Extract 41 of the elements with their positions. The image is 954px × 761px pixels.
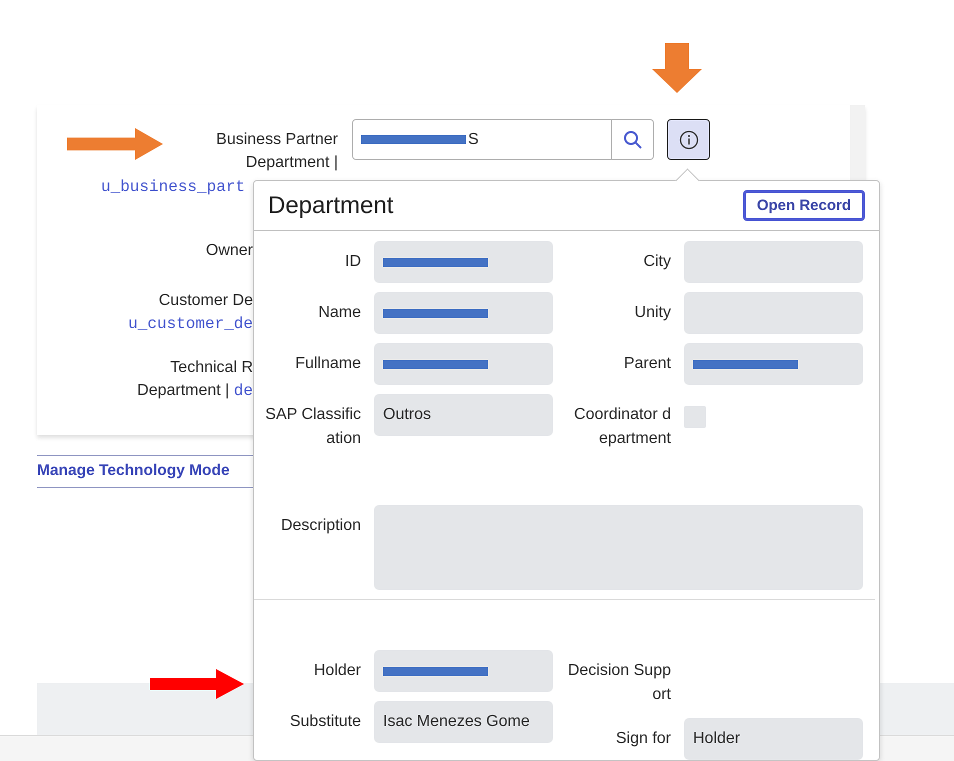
input-field[interactable]	[684, 241, 863, 283]
field-label: Coordinator department	[573, 405, 671, 449]
field-label: Decision Support	[566, 661, 671, 705]
open-record-button[interactable]: Open Record	[742, 190, 865, 221]
field-label: Owner	[204, 241, 253, 261]
field-label: Unity	[634, 303, 671, 323]
field-label: City	[642, 252, 671, 272]
field-label: Customer De	[158, 292, 253, 309]
input-field[interactable]	[374, 292, 553, 334]
input-field[interactable]: Outros	[374, 394, 553, 436]
input-field[interactable]: Holder	[684, 718, 863, 760]
info-button[interactable]	[667, 119, 710, 160]
field-label: Description	[280, 516, 361, 536]
popover-title: Department	[268, 192, 394, 220]
input-field[interactable]	[684, 292, 863, 334]
description-field[interactable]	[374, 505, 863, 590]
field-label: Fullname	[294, 354, 361, 374]
info-icon	[678, 130, 698, 150]
input-field[interactable]	[684, 343, 863, 385]
field-label: Business Partner Department |	[215, 130, 338, 173]
input-field[interactable]	[374, 241, 553, 283]
field-label: Substitute	[288, 712, 361, 732]
column-name: u_customer_de	[128, 315, 253, 333]
related-link[interactable]: Manage Technology Mode	[37, 462, 230, 479]
search-icon	[622, 130, 642, 150]
input-field[interactable]	[374, 650, 553, 692]
input-field[interactable]: Isac Menezes Gome	[374, 701, 553, 743]
search-button[interactable]	[612, 119, 654, 160]
field-label: Sign for	[614, 729, 671, 749]
field-label: Department |	[137, 382, 230, 399]
lookup-field[interactable]: S	[352, 119, 612, 160]
input-field[interactable]	[374, 343, 553, 385]
column-name: u_business_part	[101, 178, 246, 196]
field-label: Name	[317, 303, 361, 323]
field-label: ID	[344, 252, 361, 272]
checkbox[interactable]	[684, 406, 706, 428]
field-label: Holder	[312, 661, 361, 681]
field-label: Parent	[622, 354, 671, 374]
field-label: Technical R	[170, 359, 253, 376]
column-name: de	[234, 382, 253, 400]
field-label: SAP Classification	[264, 405, 361, 449]
